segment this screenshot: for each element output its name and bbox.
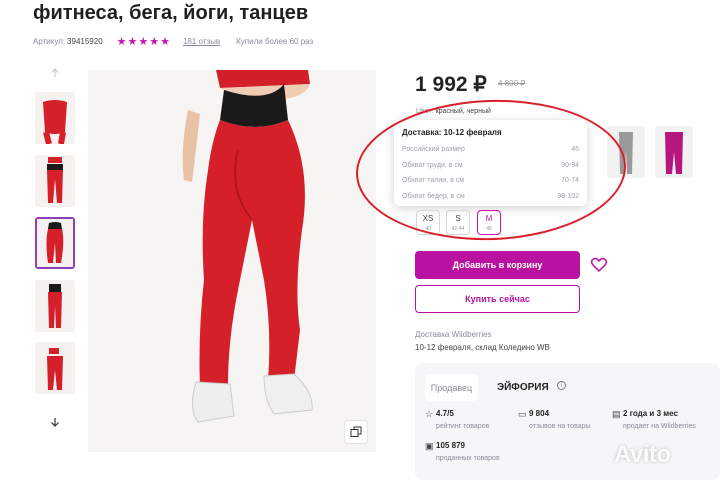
bought-count: Купили более 60 раз (236, 37, 314, 46)
current-price: 1 992 ₽ (415, 73, 487, 96)
copy-icon (350, 426, 362, 437)
article-value: 39415920 (67, 37, 103, 46)
seller-stat-reviews: ▭ 9 804 отзывов на товары (518, 409, 591, 430)
thumbnail-2[interactable] (35, 155, 75, 207)
delivery-label: Доставка Wildberries (415, 330, 492, 339)
color-swatch-purple[interactable] (655, 126, 693, 178)
delivery-value: 10-12 февраля, склад Коледино WB (415, 343, 550, 352)
reviews-link[interactable]: 181 отзыв (183, 37, 220, 46)
rating-stars: ★★★★★ (116, 36, 171, 48)
article-label: Артикул: (33, 37, 66, 46)
old-price: 4 800 ₽ (498, 79, 526, 88)
stat-value: 9 804 (529, 409, 550, 418)
product-title: фитнеса, бега, йоги, танцев (33, 2, 309, 24)
thumbnail-4[interactable] (35, 280, 75, 332)
stat-value: 105 879 (436, 441, 465, 450)
stat-label: рейтинг товаров (436, 423, 490, 430)
stat-value: 4.7/5 (436, 409, 454, 418)
seller-tab[interactable]: Продавец (425, 374, 478, 401)
thumbnail-5[interactable] (35, 342, 75, 394)
seller-stat-tenure: ▤ 2 года и 3 мес продает на Wildberries (612, 409, 696, 430)
favorite-heart-icon[interactable] (590, 256, 608, 274)
bag-icon: ▣ (425, 441, 434, 451)
thumbnail-1[interactable] (35, 92, 75, 144)
buy-now-button[interactable]: Купить сейчас (415, 285, 580, 313)
main-product-image[interactable] (88, 70, 376, 452)
avito-watermark: Avito (614, 441, 671, 468)
chat-icon: ▭ (518, 409, 527, 419)
product-page: фитнеса, бега, йоги, танцев Артикул: 394… (0, 0, 720, 480)
calendar-icon: ▤ (612, 409, 621, 419)
thumbs-down-arrow-icon[interactable] (48, 415, 62, 429)
star-icon: ☆ (425, 409, 434, 419)
seller-card: Продавец ЭЙФОРИЯ i ☆ 4.7/5 рейтинг товар… (415, 363, 720, 480)
info-icon[interactable]: i (557, 381, 566, 390)
product-meta: Артикул: 39415920 ★★★★★ 181 отзыв Купили… (33, 35, 313, 48)
stat-label: продает на Wildberries (623, 423, 696, 430)
annotation-oval (353, 95, 629, 245)
thumbs-up-arrow-icon[interactable] (48, 66, 62, 80)
thumbnail-3-selected[interactable] (35, 217, 75, 269)
stat-label: проданных товаров (436, 455, 500, 462)
seller-stat-rating: ☆ 4.7/5 рейтинг товаров (425, 409, 490, 430)
copy-button[interactable] (344, 420, 368, 444)
seller-name[interactable]: ЭЙФОРИЯ (497, 382, 549, 393)
add-to-cart-button[interactable]: Добавить в корзину (415, 251, 580, 279)
stat-value: 2 года и 3 мес (623, 409, 678, 418)
seller-stat-sold: ▣ 105 879 проданных товаров (425, 441, 500, 462)
stat-label: отзывов на товары (529, 423, 591, 430)
